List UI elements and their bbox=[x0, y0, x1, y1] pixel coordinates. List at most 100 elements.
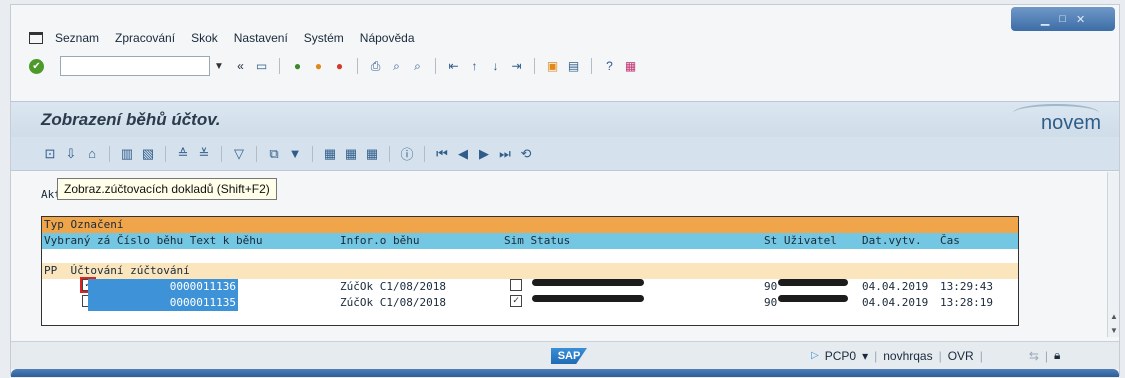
menu-napoveda[interactable]: Nápověda bbox=[360, 31, 415, 45]
sap-window: ▁ □ ✕ Seznam Zpracování Skok Nastavení S… bbox=[10, 4, 1120, 377]
col-header-status[interactable]: Sim Status bbox=[504, 233, 570, 249]
col-header-time[interactable]: Čas bbox=[940, 233, 960, 249]
menubar: Seznam Zpracování Skok Nastavení Systém … bbox=[11, 27, 1119, 49]
save-layout-icon[interactable]: ▦ bbox=[363, 145, 381, 163]
separator: | bbox=[979, 348, 983, 363]
new-session-icon[interactable]: ▣ bbox=[544, 58, 561, 74]
next-page-icon[interactable]: ↓ bbox=[487, 58, 504, 74]
command-dropdown-icon[interactable]: ▼ bbox=[214, 61, 228, 72]
command-history-icon[interactable]: « bbox=[232, 58, 249, 74]
row-st: 90 bbox=[764, 296, 778, 309]
result-list: Typ Označení Vybraný zá Číslo běhu Text … bbox=[41, 216, 1019, 326]
separator bbox=[256, 145, 257, 162]
title-bar: Zobrazení běhů účtov. novem bbox=[11, 101, 1119, 137]
exit-icon[interactable]: ● bbox=[310, 58, 327, 74]
separator: | bbox=[1044, 348, 1049, 363]
separator bbox=[389, 145, 390, 162]
scroll-up-icon[interactable]: ▲ bbox=[1110, 312, 1118, 321]
vertical-scrollbar[interactable]: ▲ ▼ bbox=[1107, 172, 1119, 337]
refresh-icon[interactable]: ⟲ bbox=[517, 145, 535, 163]
sim-checkbox[interactable]: ✓ bbox=[510, 295, 522, 307]
input-mode[interactable]: OVR bbox=[948, 349, 974, 363]
separator bbox=[435, 58, 436, 74]
sort-ascending-icon[interactable]: ≙ bbox=[174, 145, 192, 163]
trash-icon[interactable]: ⌂ bbox=[83, 145, 101, 163]
back-icon[interactable]: ● bbox=[289, 58, 306, 74]
last-record-icon[interactable]: ⏭ bbox=[496, 145, 514, 163]
prev-page-icon[interactable]: ↑ bbox=[466, 58, 483, 74]
sap-logo: SAP bbox=[551, 348, 587, 364]
select-all-icon[interactable]: ▥ bbox=[118, 145, 136, 163]
first-record-icon[interactable]: ⏮ bbox=[433, 145, 451, 163]
system-toolbar: ✔ ▼ « ▭ ● ● ● ⎙ ⌕ ⌕ ⇤ ↑ ↓ ⇥ ▣ ▤ ? ▦ bbox=[11, 53, 1119, 79]
first-page-icon[interactable]: ⇤ bbox=[445, 58, 462, 74]
redacted-user bbox=[778, 295, 848, 302]
export-icon[interactable]: ⧉ bbox=[265, 145, 283, 163]
layout-grid-icon[interactable]: ▦ bbox=[321, 145, 339, 163]
command-field[interactable] bbox=[60, 56, 210, 76]
find-next-icon[interactable]: ⌕ bbox=[409, 58, 426, 74]
system-dropdown-icon[interactable]: ▾ bbox=[862, 349, 868, 363]
content-area: Akt Zobraz.zúčtovacích dokladů (Shift+F2… bbox=[11, 172, 1111, 337]
sim-checkbox[interactable] bbox=[510, 279, 522, 291]
display-document-icon[interactable]: ⊡ bbox=[41, 145, 59, 163]
help-icon[interactable]: ? bbox=[601, 58, 618, 74]
post-icon[interactable]: ⇩ bbox=[62, 145, 80, 163]
menu-icon[interactable] bbox=[29, 32, 43, 44]
menu-nastaveni[interactable]: Nastavení bbox=[234, 31, 288, 45]
redacted-status bbox=[532, 279, 644, 286]
row-date: 04.04.2019 bbox=[862, 296, 929, 309]
filter-icon[interactable]: ▽ bbox=[230, 145, 248, 163]
run-info: ZúčOk C1/08/2018 bbox=[340, 280, 446, 293]
col-header-user[interactable]: St Uživatel bbox=[764, 233, 837, 249]
system-info: ▷ PCP0 ▾ | novhrqas | OVR | ⇆ | 🔒︎ bbox=[811, 348, 1060, 363]
separator bbox=[109, 145, 110, 162]
info-icon[interactable]: ⓘ bbox=[398, 145, 416, 163]
sort-descending-icon[interactable]: ≚ bbox=[195, 145, 213, 163]
row-date: 04.04.2019 bbox=[862, 280, 929, 293]
shortcut-icon[interactable]: ▤ bbox=[565, 58, 582, 74]
print-icon[interactable]: ⎙ bbox=[367, 58, 384, 74]
separator: | bbox=[938, 348, 942, 363]
table-row[interactable]: ✓ 0000011136 ZúčOk C1/08/2018 90 04.04.2… bbox=[42, 277, 1018, 295]
col-header-info[interactable]: Infor.o běhu bbox=[340, 233, 419, 249]
deselect-all-icon[interactable]: ▧ bbox=[139, 145, 157, 163]
page-title: Zobrazení běhů účtov. bbox=[41, 110, 221, 129]
save-icon[interactable]: ▭ bbox=[253, 58, 270, 74]
cancel-icon[interactable]: ● bbox=[331, 58, 348, 74]
find-icon[interactable]: ⌕ bbox=[388, 58, 405, 74]
maximize-icon[interactable]: □ bbox=[1059, 13, 1066, 25]
last-page-icon[interactable]: ⇥ bbox=[508, 58, 525, 74]
taskbar-strip bbox=[11, 369, 1119, 377]
redacted-status bbox=[532, 295, 644, 302]
row-time: 13:28:19 bbox=[940, 296, 993, 309]
list-group-row: PP Účtování zúčtování bbox=[42, 263, 1018, 279]
menu-seznam[interactable]: Seznam bbox=[55, 31, 99, 45]
status-expand-icon[interactable]: ▷ bbox=[811, 350, 819, 361]
menu-skok[interactable]: Skok bbox=[191, 31, 218, 45]
connection-icon: ⇆ bbox=[1028, 348, 1039, 363]
run-info: ZúčOk C1/08/2018 bbox=[340, 296, 446, 309]
enter-icon[interactable]: ✔ bbox=[29, 58, 44, 74]
scroll-down-icon[interactable]: ▼ bbox=[1110, 326, 1118, 335]
separator bbox=[591, 58, 592, 74]
user-name: novhrqas bbox=[883, 348, 933, 363]
row-time: 13:29:43 bbox=[940, 280, 993, 293]
separator bbox=[357, 58, 358, 74]
system-id[interactable]: PCP0 bbox=[825, 349, 856, 363]
separator bbox=[312, 145, 313, 162]
col-header-date[interactable]: Dat.vytv. bbox=[862, 233, 922, 249]
minimize-icon[interactable]: ▁ bbox=[1041, 13, 1049, 26]
menu-zpracovani[interactable]: Zpracování bbox=[115, 31, 175, 45]
previous-record-icon[interactable]: ◀ bbox=[454, 145, 472, 163]
next-record-icon[interactable]: ▶ bbox=[475, 145, 493, 163]
table-row[interactable]: 0000011135 ZúčOk C1/08/2018 ✓ 90 04.04.2… bbox=[42, 295, 1018, 311]
subtotal-icon[interactable]: ▼ bbox=[286, 145, 304, 163]
col-header-main[interactable]: Vybraný zá Číslo běhu Text k běhu bbox=[44, 233, 263, 249]
menu-system[interactable]: Systém bbox=[304, 31, 344, 45]
layout-icon[interactable]: ▦ bbox=[622, 58, 639, 74]
close-icon[interactable]: ✕ bbox=[1076, 13, 1085, 26]
choose-layout-icon[interactable]: ▦ bbox=[342, 145, 360, 163]
separator: | bbox=[874, 348, 878, 363]
status-bar: SAP ▷ PCP0 ▾ | novhrqas | OVR | ⇆ | 🔒︎ bbox=[11, 341, 1119, 369]
